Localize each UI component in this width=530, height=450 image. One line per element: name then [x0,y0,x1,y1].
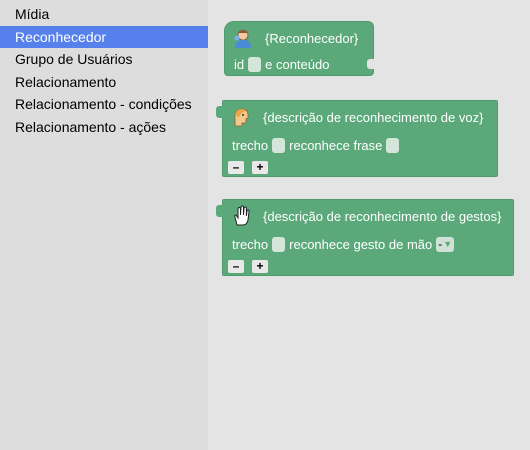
voice-segment-slot[interactable] [272,137,286,153]
gesture-recognizes-label: reconhece gesto de mão [289,236,433,252]
sidebar-item-reconhecedor[interactable]: Reconhecedor [0,25,208,48]
voice-add-button[interactable]: + [252,160,268,174]
voice-phrase-slot[interactable] [386,137,400,153]
gesture-block-input-notch [216,205,223,217]
sidebar-item-relacionamento-acoes[interactable]: Relacionamento - ações [0,116,208,139]
chevron-down-icon: ▼ [443,238,453,249]
voice-block-input-notch [216,106,223,118]
voice-remove-button[interactable]: – [228,160,244,174]
hand-gesture-dropdown-value: - [438,236,443,251]
block-workspace[interactable]: {Reconhecedor} id e conteúdo {descrição … [208,0,530,450]
gesture-add-button[interactable]: + [252,259,268,273]
recognizer-block-title: {Reconhecedor} [265,30,359,46]
sidebar-item-grupo-de-usuarios[interactable]: Grupo de Usuários [0,48,208,71]
sidebar-item-midia[interactable]: Mídia [0,3,208,26]
recognizer-person-icon [233,27,253,49]
voice-recognizes-label: reconhece frase [289,137,383,153]
hand-gesture-dropdown[interactable]: - ▼ [436,236,455,252]
voice-segment-label: trecho [232,137,269,153]
id-input-slot[interactable] [248,56,262,72]
id-label: id [234,56,245,72]
gesture-remove-button[interactable]: – [228,259,244,273]
sidebar-item-relacionamento[interactable]: Relacionamento [0,71,208,94]
gesture-block-title: {descrição de reconhecimento de gestos} [263,208,502,224]
recognizer-block[interactable]: {Reconhecedor} id e conteúdo [224,21,374,76]
gesture-segment-label: trecho [232,236,269,252]
hand-icon [231,205,251,227]
speaking-head-icon [231,106,251,128]
gesture-recognition-block[interactable]: {descrição de reconhecimento de gestos} … [216,199,514,276]
voice-block-title: {descrição de reconhecimento de voz} [263,109,484,125]
gesture-segment-slot[interactable] [272,236,286,252]
voice-recognition-block[interactable]: {descrição de reconhecimento de voz} tre… [216,100,498,177]
content-label: e conteúdo [265,56,330,72]
sidebar-item-relacionamento-condicoes[interactable]: Relacionamento - condições [0,93,208,116]
category-sidebar: Mídia Reconhecedor Grupo de Usuários Rel… [0,0,208,450]
recognizer-output-notch [367,59,374,69]
